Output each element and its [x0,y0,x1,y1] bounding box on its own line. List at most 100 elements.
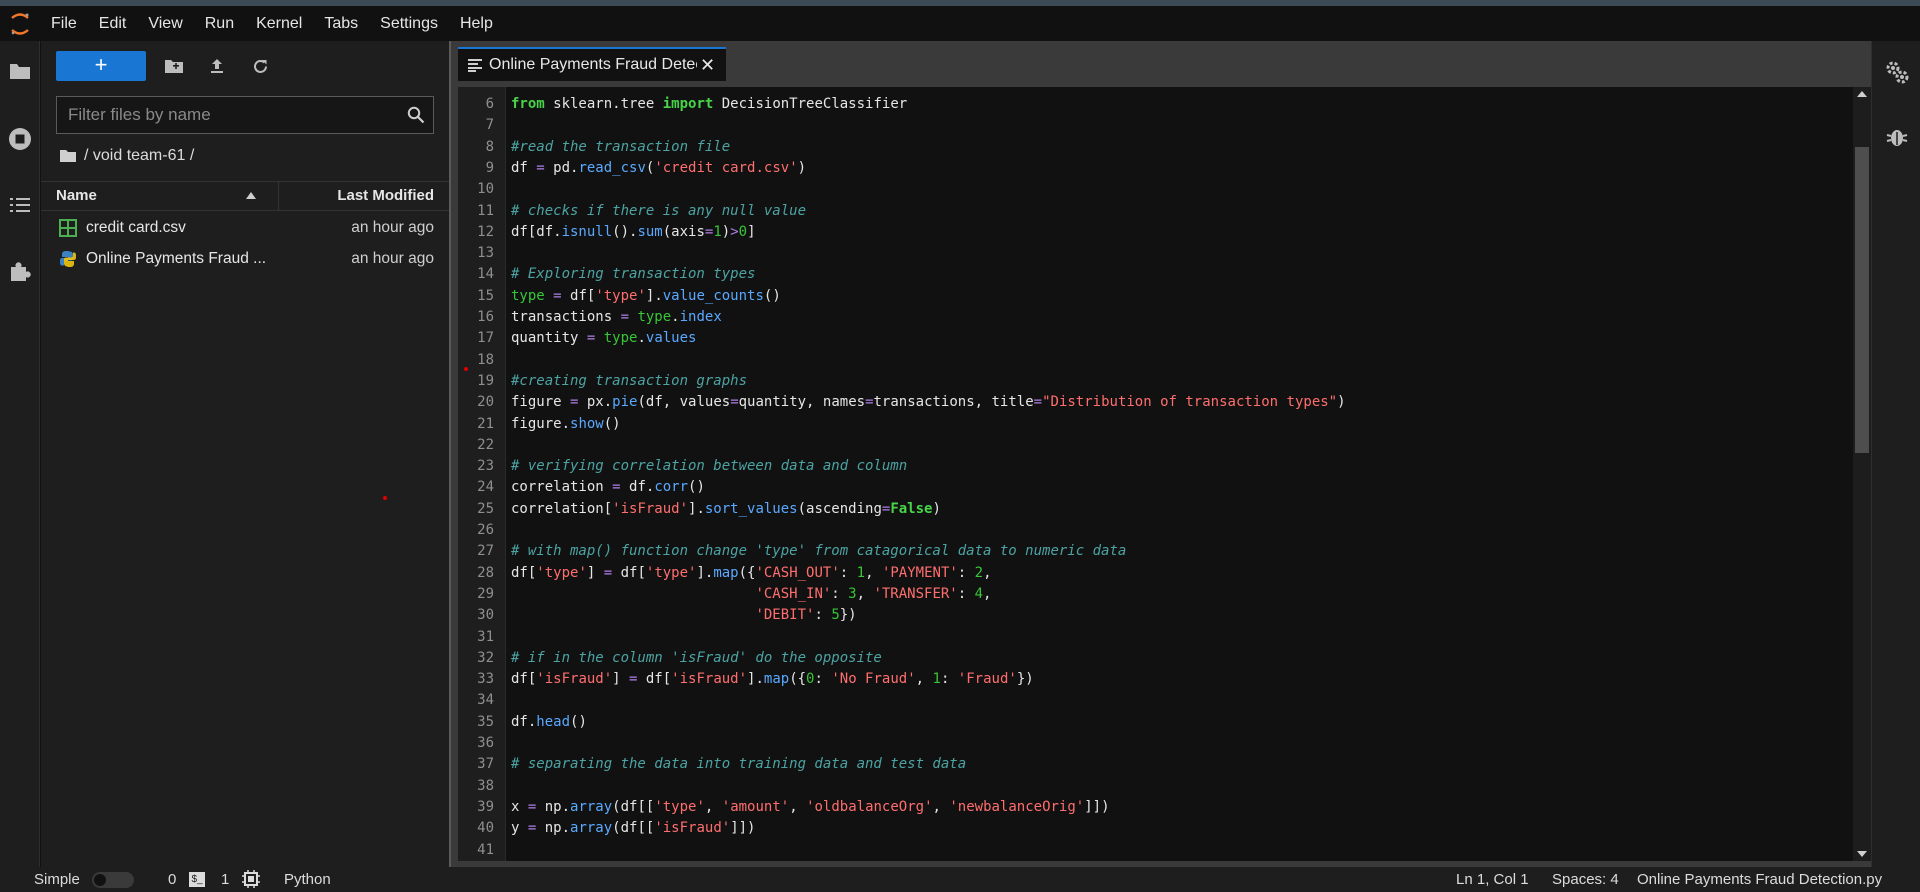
debugger-bug-icon[interactable] [1885,125,1909,149]
breadcrumb-path[interactable]: / void team-61 / [84,147,194,165]
line-number: 14 [477,266,494,283]
file-name: credit card.csv [86,219,186,236]
simple-mode-toggle[interactable] [92,872,134,888]
menu-run[interactable]: Run [194,6,245,41]
file-browser-panel: + / void team-61 / Name Last Modified [41,41,449,867]
line-number: 17 [477,330,494,347]
line-number: 21 [477,415,494,432]
line-code: x = np.array(df[['type', 'amount', 'oldb… [511,798,1110,815]
menu-kernel[interactable]: Kernel [245,6,313,41]
code-editor[interactable]: 6 from sklearn.tree import DecisionTreeCl… [458,87,1871,861]
tab-online-payments-fraud-detection[interactable]: Online Payments Fraud Detection.py ✕ [458,47,726,81]
line-number: 24 [477,479,494,496]
line-code: # if in the column 'isFraud' do the oppo… [511,649,882,666]
line-code: # with map() function change 'type' from… [511,543,1127,560]
line-number: 36 [477,735,494,751]
document-tab-bar: Online Payments Fraud Detection.py ✕ [458,47,1871,81]
line-number: 37 [477,756,494,773]
line-number: 39 [477,798,494,815]
menu-file[interactable]: File [40,6,88,41]
line-number: 9 [485,159,494,176]
line-number: 30 [477,607,494,624]
breakpoint-marker [464,367,468,371]
table-of-contents-icon[interactable] [6,191,34,219]
line-number: 23 [477,458,494,475]
jupyter-logo-icon [0,6,40,41]
line-code: figure.show() [511,415,621,432]
new-folder-icon[interactable] [163,56,185,76]
line-number: 38 [477,777,494,794]
scroll-up-icon[interactable] [1857,91,1867,97]
line-code: figure = px.pie(df, values=quantity, nam… [511,394,1346,411]
line-code: df['isFraud'] = df['isFraud'].map({0: 'N… [511,671,1034,688]
close-tab-icon[interactable]: ✕ [700,55,715,76]
line-number: 27 [477,543,494,560]
terminal-icon: $_ [189,872,205,887]
line-number: 11 [477,202,494,219]
line-code: from sklearn.tree import DecisionTreeCla… [511,96,908,112]
line-code: df[df.isnull().sum(axis=1)>0] [511,223,756,240]
breadcrumb-folder-icon[interactable] [59,149,77,163]
line-number: 7 [485,117,494,134]
filter-files-input[interactable] [57,97,397,133]
line-code: #creating transaction graphs [511,372,748,389]
scroll-down-icon[interactable] [1857,851,1867,857]
csv-table-icon [59,219,77,237]
status-bar: Simple 0 $_ 1 Python Ln 1, Col 1 Spaces:… [0,867,1920,892]
simple-mode-label: Simple [34,871,80,888]
file-row[interactable]: Online Payments Fraud ... an hour ago [41,244,449,274]
menu-tabs[interactable]: Tabs [313,6,369,41]
line-number: 34 [477,692,494,709]
new-launcher-button[interactable]: + [56,51,146,81]
filter-box [56,96,434,134]
kernel-chip-icon [242,870,260,892]
upload-icon[interactable] [206,56,228,76]
line-code: # separating the data into training data… [511,756,967,773]
terminal-count[interactable]: 0 [168,871,176,888]
line-code: df['type'] = df['type'].map({'CASH_OUT':… [511,564,992,581]
column-name-header[interactable]: Name [41,182,279,210]
line-code: correlation['isFraud'].sort_values(ascen… [511,500,941,517]
search-icon[interactable] [407,106,425,124]
menu-view[interactable]: View [137,6,193,41]
line-number: 10 [477,181,494,198]
line-code: y = np.array(df[['isFraud']]) [511,820,756,837]
line-number: 8 [485,138,494,155]
scrollbar-thumb[interactable] [1855,147,1869,453]
line-number: 19 [477,372,494,389]
running-sessions-icon[interactable] [6,125,34,153]
line-number: 16 [477,309,494,325]
line-number: 26 [477,522,494,538]
menu-help[interactable]: Help [449,6,504,41]
line-number: 13 [477,245,494,262]
column-last-modified-header[interactable]: Last Modified [279,182,449,210]
line-code: #read the transaction file [511,138,731,155]
editor-vertical-scrollbar[interactable] [1853,87,1871,861]
folder-icon[interactable] [6,57,34,85]
line-number: 28 [477,564,494,581]
kernel-count[interactable]: 1 [221,871,229,888]
line-number: 33 [477,671,494,688]
file-row[interactable]: credit card.csv an hour ago [41,213,449,243]
line-number: 20 [477,394,494,411]
tab-label: Online Payments Fraud Detection.py [489,56,697,73]
menu-settings[interactable]: Settings [369,6,449,41]
line-code: df = pd.read_csv('credit card.csv') [511,159,807,176]
line-number: 41 [477,841,494,858]
line-code: # verifying correlation between data and… [511,458,908,475]
line-code: # checks if there is any null value [511,202,807,219]
python-file-icon [59,251,77,267]
text-file-icon [468,59,482,72]
cursor-position[interactable]: Ln 1, Col 1 [1456,871,1529,888]
property-inspector-gears-icon[interactable] [1884,59,1910,85]
extension-manager-icon[interactable] [6,257,34,285]
line-number: 6 [485,96,494,112]
line-number: 15 [477,287,494,304]
menu-edit[interactable]: Edit [88,6,138,41]
indentation-spaces[interactable]: Spaces: 4 [1552,871,1619,888]
refresh-icon[interactable] [249,56,271,76]
line-number: 12 [477,223,494,240]
kernel-name[interactable]: Python [284,871,331,888]
line-number: 22 [477,436,494,453]
line-number: 29 [477,585,494,602]
